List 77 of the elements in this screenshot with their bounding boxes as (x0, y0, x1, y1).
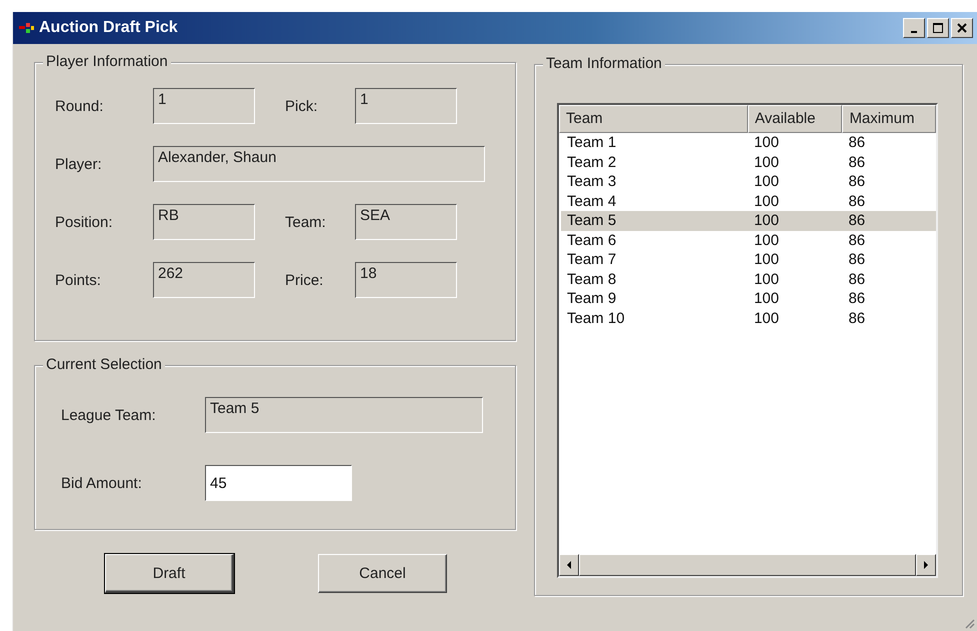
table-cell-text: 86 (847, 230, 866, 250)
group-title: Player Information (43, 53, 171, 70)
table-cell-text: 86 (847, 133, 866, 152)
maximize-button[interactable] (927, 18, 949, 38)
field-label: Points: (55, 272, 102, 288)
table-cell-text: 100 (752, 133, 780, 152)
readonly-field[interactable]: 18 (355, 262, 457, 298)
field-label: League Team: (61, 406, 157, 424)
table-cell-text: Team 9 (566, 289, 618, 308)
readonly-field[interactable]: RB (153, 204, 255, 240)
table-row[interactable]: Team 5 100 86 (561, 211, 936, 230)
readonly-field[interactable]: 262 (153, 262, 255, 298)
column-header[interactable]: Maximum (842, 105, 936, 133)
table-row[interactable]: Team 8 100 86 (561, 270, 936, 289)
table-cell-text: Team 10 (566, 308, 626, 328)
field-label: Bid Amount: (61, 474, 143, 492)
table-row[interactable]: Team 10 100 86 (561, 308, 936, 328)
table-row[interactable]: Team 3 100 86 (561, 172, 936, 192)
maximize-icon (933, 23, 943, 33)
field-label: Price: (284, 272, 324, 288)
table-cell-text: 86 (847, 308, 866, 328)
column-header[interactable]: Team (559, 105, 748, 133)
field-label: Pick: (284, 98, 319, 114)
scroll-right-button[interactable] (916, 554, 936, 576)
table-cell-text: 100 (752, 289, 780, 308)
table-cell-text: Team 4 (566, 192, 618, 211)
table-cell-text: 100 (752, 270, 780, 289)
column-header[interactable]: Available (748, 105, 842, 133)
right-arrow-icon (923, 561, 929, 569)
scroll-left-button[interactable] (559, 554, 579, 576)
readonly-field[interactable]: SEA (355, 204, 457, 240)
minimize-icon (911, 31, 917, 33)
readonly-field[interactable]: 1 (355, 88, 457, 124)
readonly-field[interactable]: Alexander, Shaun (153, 146, 485, 182)
resize-grip-icon[interactable] (963, 617, 975, 629)
table-row[interactable]: Team 2 100 86 (561, 152, 936, 172)
table-cell-text: Team 7 (566, 250, 618, 270)
table-cell-text: Team 1 (566, 133, 618, 152)
window-title: Auction Draft Pick (39, 19, 179, 37)
table-cell-text: 100 (752, 211, 780, 230)
table-row[interactable]: Team 7 100 86 (561, 250, 936, 270)
table-cell-text: 86 (847, 152, 866, 172)
readonly-field[interactable]: 1 (153, 88, 255, 124)
table-cell-text: Team 6 (566, 230, 618, 250)
table-cell-text: 86 (847, 211, 866, 230)
field-label: Player: (55, 156, 103, 172)
table-cell-text: 100 (752, 192, 780, 211)
close-button[interactable] (951, 18, 973, 38)
left-arrow-icon (566, 561, 572, 569)
close-icon (957, 23, 967, 33)
table-row[interactable]: Team 1 100 86 (561, 133, 936, 152)
field-label: Round: (55, 98, 104, 114)
table-cell-text: Team 5 (566, 211, 618, 230)
table-cell-text: 100 (752, 152, 780, 172)
field-label: Position: (55, 214, 114, 230)
table-row[interactable]: Team 9 100 86 (561, 289, 936, 308)
readonly-field[interactable]: Team 5 (205, 397, 483, 433)
table-cell-text: 86 (847, 250, 866, 270)
table-cell-text: Team 2 (566, 152, 618, 172)
table-cell-text: 100 (752, 230, 780, 250)
cancel-button[interactable]: Cancel (318, 554, 447, 593)
table-cell-text: 100 (752, 250, 780, 270)
table-cell-text: Team 8 (566, 270, 618, 289)
table-cell-text: 86 (847, 270, 866, 289)
table-cell-text: 100 (752, 308, 780, 328)
table-row[interactable]: Team 4 100 86 (561, 192, 936, 211)
table-row[interactable]: Team 6 100 86 (561, 230, 936, 250)
bid-amount-field[interactable]: 45 (205, 465, 352, 501)
table-cell-text: 86 (847, 172, 866, 192)
table-cell-text: 100 (752, 172, 780, 192)
table-cell-text: 86 (847, 289, 866, 308)
app-icon (19, 21, 35, 35)
draft-button[interactable]: Draft (105, 554, 234, 593)
table-cell-text: Team 3 (566, 172, 618, 192)
field-label: Team: (284, 214, 327, 230)
table-cell-text: 86 (847, 192, 866, 211)
minimize-button[interactable] (903, 18, 925, 38)
